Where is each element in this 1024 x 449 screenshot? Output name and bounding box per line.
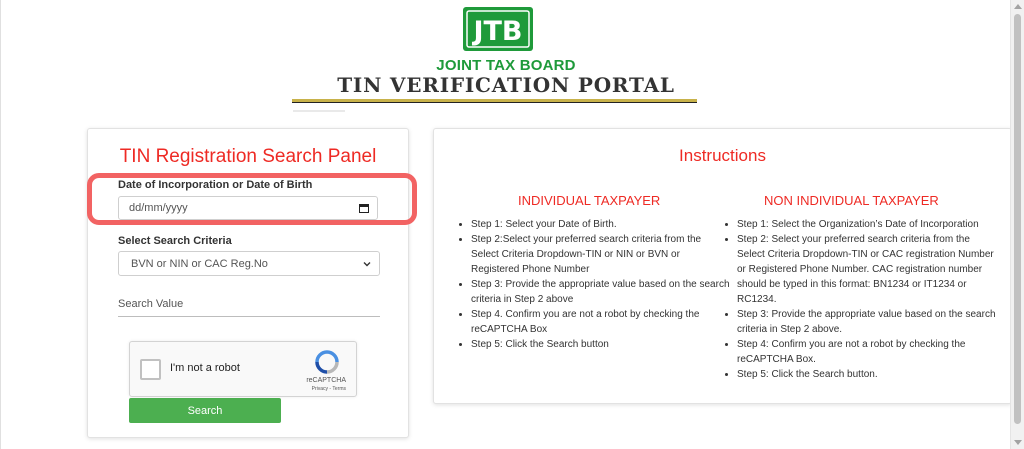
list-item: Step 4. Confirm you are not a robot by c… (471, 307, 731, 337)
search-criteria-select[interactable]: BVN or NIN or CAC Reg.No (118, 251, 380, 276)
list-item: Step 5: Click the Search button (471, 337, 731, 352)
search-value-placeholder: Search Value (118, 297, 184, 310)
search-panel-title: TIN Registration Search Panel (119, 146, 377, 167)
vertical-scrollbar[interactable] (1010, 0, 1024, 449)
non-individual-taxpayer-heading: NON INDIVIDUAL TAXPAYER (764, 193, 939, 208)
individual-taxpayer-heading: INDIVIDUAL TAXPAYER (518, 193, 661, 208)
list-item: Step 2:Select your preferred search crit… (471, 232, 731, 277)
recaptcha-privacy-terms[interactable]: Privacy - Terms (312, 386, 346, 392)
list-item: Step 3: Provide the appropriate value ba… (737, 307, 999, 337)
individual-steps-list: Step 1: Select your Date of Birth. Step … (458, 217, 731, 352)
recaptcha-checkbox[interactable] (140, 359, 161, 380)
non-individual-steps-list: Step 1: Select the Organization’s Date o… (724, 217, 999, 382)
instructions-panel: Instructions INDIVIDUAL TAXPAYER NON IND… (433, 128, 1012, 404)
criteria-selected-value: BVN or NIN or CAC Reg.No (131, 257, 268, 270)
list-item: Step 4: Confirm you are not a robot by c… (737, 337, 999, 367)
recaptcha-label: I'm not a robot (170, 362, 240, 374)
title-underline-sub (293, 110, 345, 112)
list-item: Step 3: Provide the appropriate value ba… (471, 277, 731, 307)
criteria-label: Select Search Criteria (118, 235, 232, 247)
recaptcha-widget: I'm not a robot reCAPTCHA Privacy - Term… (129, 341, 357, 397)
scroll-down-icon[interactable] (1014, 440, 1022, 445)
instructions-title: Instructions (679, 146, 766, 165)
scroll-up-icon[interactable] (1014, 4, 1022, 9)
list-item: Step 5: Click the Search button. (737, 367, 999, 382)
list-item: Step 1: Select your Date of Birth. (471, 217, 731, 232)
board-name: JOINT TAX BOARD (436, 57, 576, 74)
search-value-input[interactable]: Search Value (118, 291, 380, 317)
recaptcha-brand: reCAPTCHA (306, 377, 346, 384)
page-title: TIN VERIFICATION PORTAL (337, 73, 675, 97)
chevron-down-icon (363, 262, 371, 267)
scrollbar-thumb[interactable] (1014, 14, 1021, 424)
jtb-logo-icon: JTB (466, 10, 530, 48)
date-field-highlight (87, 173, 417, 225)
list-item: Step 1: Select the Organization’s Date o… (737, 217, 999, 232)
title-underline (292, 99, 697, 102)
list-item: Step 2: Select your preferred search cri… (737, 232, 999, 307)
logo-text: JTB (471, 16, 522, 47)
search-button[interactable]: Search (129, 398, 281, 423)
recaptcha-icon (315, 350, 339, 374)
page: JTB JOINT TAX BOARD TIN VERIFICATION POR… (0, 0, 1012, 449)
jtb-logo: JTB (463, 7, 533, 51)
